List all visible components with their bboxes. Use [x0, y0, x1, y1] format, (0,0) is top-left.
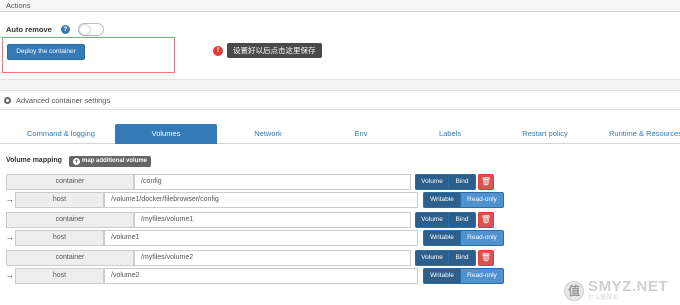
read-only-button[interactable]: Read-only: [460, 268, 504, 284]
host-label: host: [15, 192, 104, 208]
arrow-right-icon: →: [6, 233, 14, 242]
auto-remove-label: Auto remove: [6, 25, 52, 34]
deploy-container-button[interactable]: Deploy the container: [7, 44, 85, 60]
arrow-right-icon: →: [6, 195, 14, 204]
tab-volumes[interactable]: Volumes: [115, 124, 217, 144]
advanced-settings-panel: Advanced container settings Command & lo…: [0, 90, 680, 305]
settings-tabs: Command & logging Volumes Network Env La…: [0, 124, 680, 144]
container-label: container: [6, 174, 134, 190]
help-icon[interactable]: ?: [60, 25, 70, 34]
watermark-main: SMYZ.NET: [588, 278, 668, 295]
volume-container-row: container /config Volume Bind 🗑: [0, 174, 680, 190]
volume-button[interactable]: Volume: [415, 250, 449, 266]
advanced-settings-title: Advanced container settings: [16, 95, 111, 105]
host-path-input[interactable]: /volume1/docker/filebrowser/config: [104, 192, 418, 208]
trash-icon[interactable]: 🗑: [478, 212, 494, 228]
host-label: host: [15, 268, 104, 284]
volume-host-row: → host /volume1/docker/filebrowser/confi…: [0, 192, 680, 208]
tab-runtime-resources[interactable]: Runtime & Resources: [597, 124, 680, 144]
volume-container-row: container /myfiles/volume2 Volume Bind 🗑: [0, 250, 680, 266]
writable-button[interactable]: Writable: [423, 230, 461, 246]
map-volume-label: map additional volume: [82, 158, 148, 164]
advanced-settings-header: Advanced container settings: [0, 91, 680, 110]
actions-header: Actions: [0, 0, 680, 12]
container-path-input[interactable]: /myfiles/volume1: [134, 212, 411, 228]
bind-button[interactable]: Bind: [448, 250, 476, 266]
writable-button[interactable]: Writable: [423, 268, 461, 284]
container-label: container: [6, 250, 134, 266]
tab-command-logging[interactable]: Command & logging: [6, 124, 116, 144]
container-path-input[interactable]: /config: [134, 174, 411, 190]
plus-icon: +: [73, 158, 80, 165]
bind-button[interactable]: Bind: [448, 212, 476, 228]
tab-labels[interactable]: Labels: [406, 124, 494, 144]
arrow-right-icon: →: [6, 271, 14, 280]
annotation-marker: !: [213, 46, 223, 56]
tab-network[interactable]: Network: [220, 124, 316, 144]
tab-env[interactable]: Env: [318, 124, 404, 144]
map-volume-button[interactable]: + map additional volume: [69, 156, 152, 167]
tab-restart-policy[interactable]: Restart policy: [496, 124, 594, 144]
host-label: host: [15, 230, 104, 246]
bind-button[interactable]: Bind: [448, 174, 476, 190]
container-path-input[interactable]: /myfiles/volume2: [134, 250, 411, 266]
auto-remove-toggle[interactable]: [77, 23, 104, 36]
watermark-text: SMYZ.NET 什么值得买: [588, 279, 668, 302]
container-label: container: [6, 212, 134, 228]
host-path-input[interactable]: /volume2: [104, 268, 418, 284]
volume-button[interactable]: Volume: [415, 212, 449, 228]
gear-icon: [4, 96, 11, 104]
watermark-sub: 什么值得买: [588, 295, 619, 301]
auto-remove-row: Auto remove ?: [6, 23, 104, 36]
annotation-tooltip: 设置好以后点击这里保存: [227, 43, 322, 58]
trash-icon[interactable]: 🗑: [478, 250, 494, 266]
actions-panel: Actions Auto remove ? Deploy the contain…: [0, 0, 680, 80]
writable-button[interactable]: Writable: [423, 192, 461, 208]
read-only-button[interactable]: Read-only: [460, 230, 504, 246]
watermark: 值 SMYZ.NET 什么值得买: [564, 279, 668, 302]
volume-host-row: → host /volume1 Writable Read-only: [0, 230, 680, 246]
volume-mapping-title: Volume mapping: [6, 157, 62, 164]
toggle-knob: [79, 25, 90, 35]
volume-button[interactable]: Volume: [415, 174, 449, 190]
read-only-button[interactable]: Read-only: [460, 192, 504, 208]
watermark-logo: 值: [564, 280, 585, 301]
volume-container-row: container /myfiles/volume1 Volume Bind 🗑: [0, 212, 680, 228]
host-path-input[interactable]: /volume1: [104, 230, 418, 246]
trash-icon[interactable]: 🗑: [478, 174, 494, 190]
